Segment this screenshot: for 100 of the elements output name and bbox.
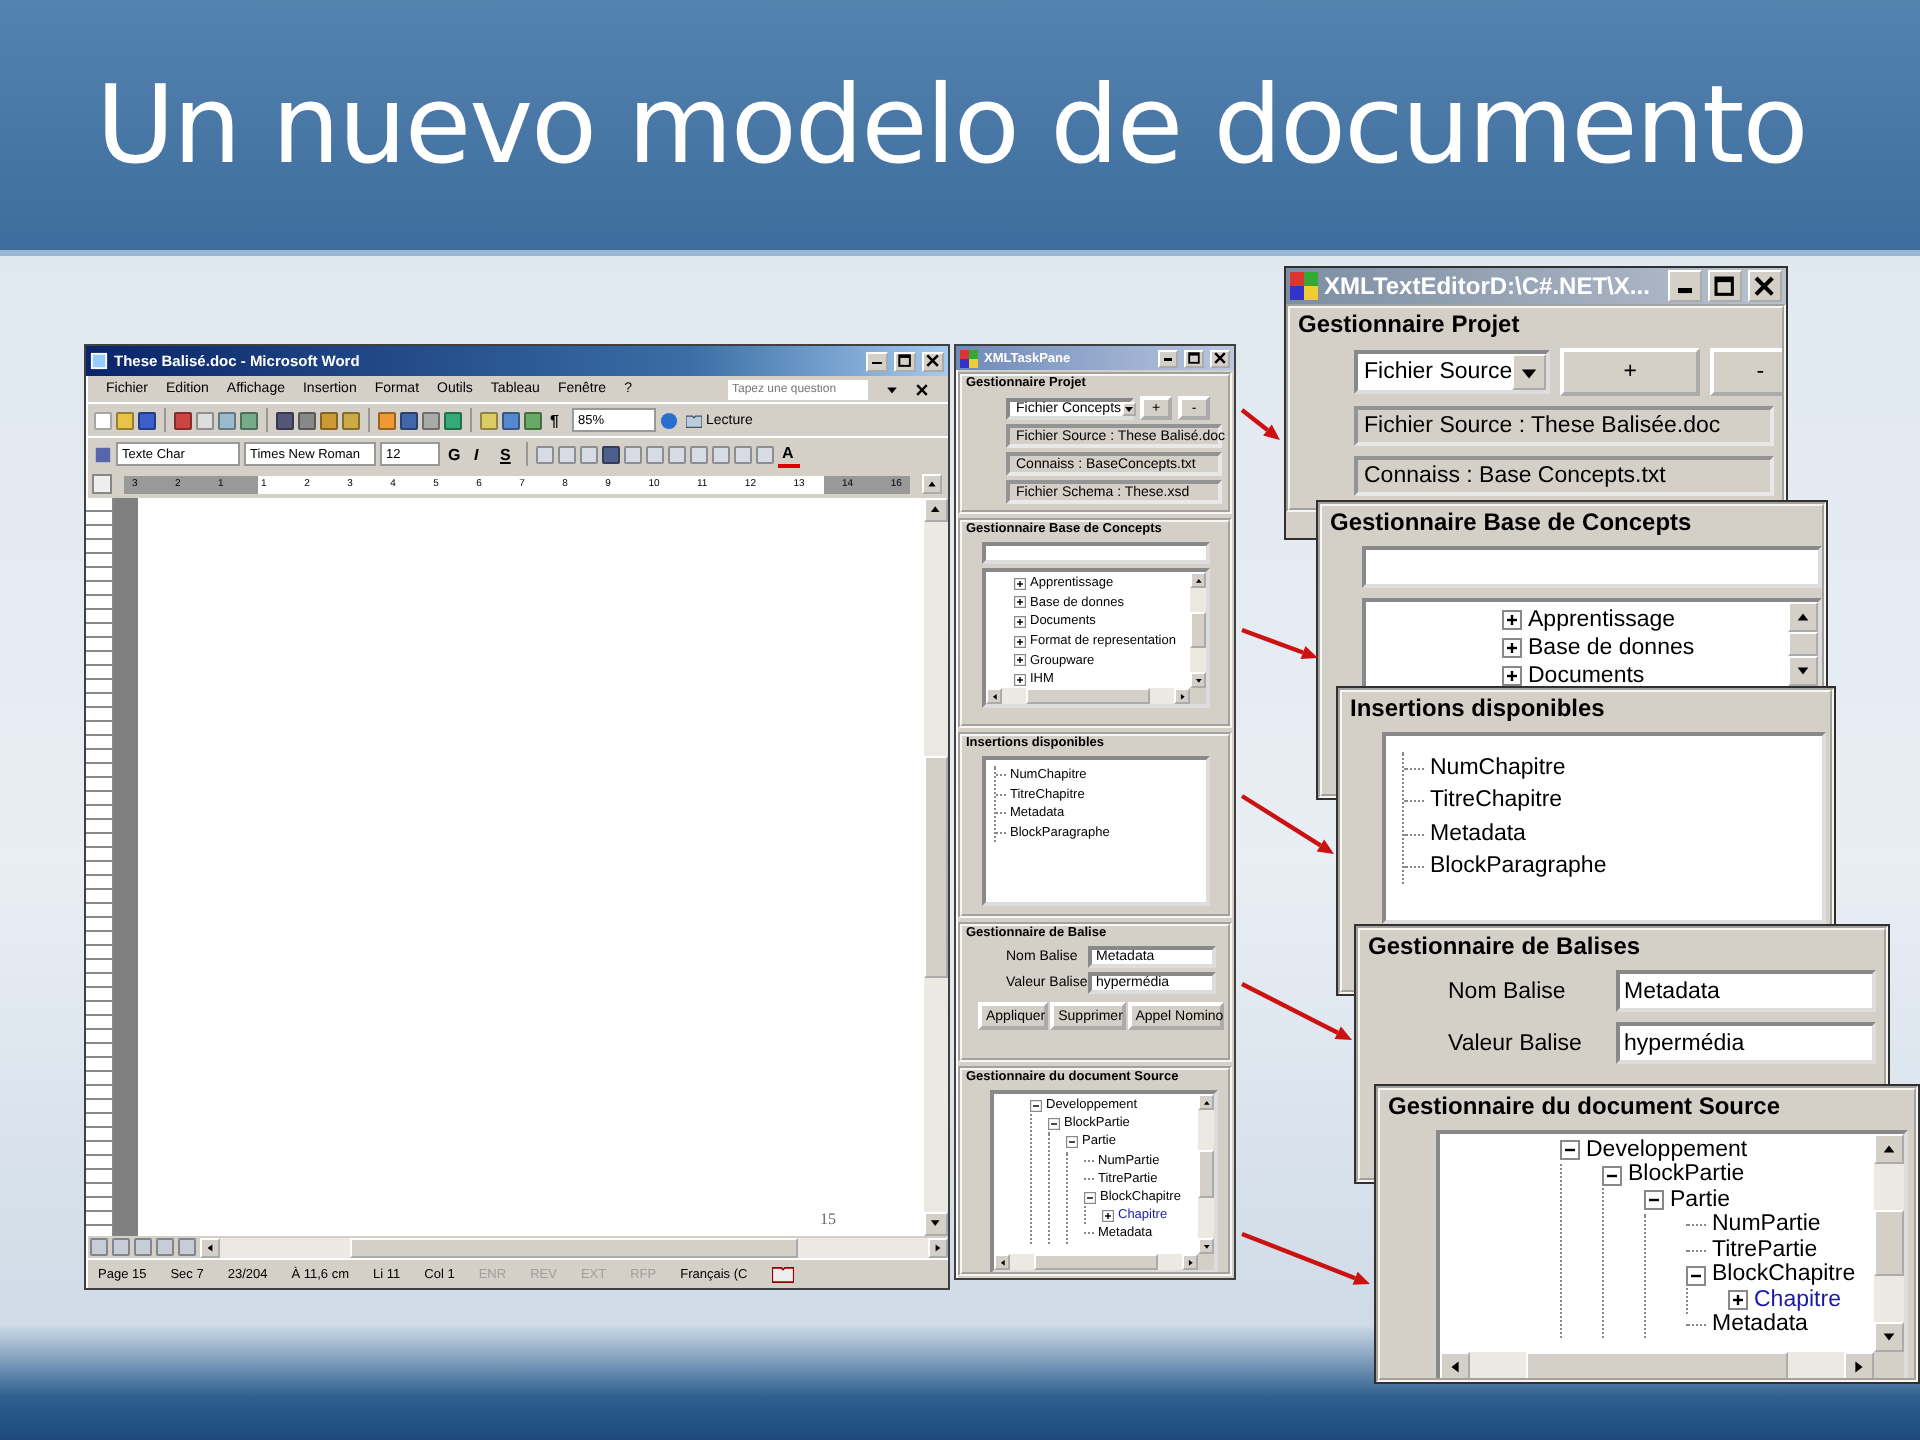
scroll-arrow-button[interactable] <box>986 688 1002 704</box>
close-button[interactable] <box>1210 349 1230 367</box>
format-button[interactable]: G <box>444 441 466 467</box>
vertical-scrollbar[interactable] <box>1190 572 1206 688</box>
scroll-thumb[interactable] <box>1874 1210 1904 1276</box>
scroll-thumb[interactable] <box>1788 632 1818 656</box>
scroll-arrow-button[interactable] <box>200 1237 220 1257</box>
expand-icon[interactable] <box>1014 577 1026 590</box>
concept-search-field[interactable] <box>982 542 1210 564</box>
collapse-icon[interactable] <box>1030 1099 1042 1112</box>
close-icon <box>926 354 940 368</box>
close-button[interactable] <box>1748 270 1782 302</box>
concept-search-field[interactable] <box>1362 546 1822 588</box>
scroll-arrow-button[interactable] <box>924 498 948 522</box>
scroll-thumb[interactable] <box>1526 1352 1788 1378</box>
format-button[interactable]: S <box>496 441 518 467</box>
scroll-arrow-button[interactable] <box>927 1237 948 1257</box>
expand-icon[interactable] <box>1014 673 1026 686</box>
scroll-arrow-button[interactable] <box>1874 1322 1904 1352</box>
minimize-button[interactable] <box>1158 349 1178 367</box>
tag-field[interactable]: hypermédia <box>1616 1022 1876 1064</box>
tab-selector[interactable] <box>92 474 112 494</box>
collapse-icon[interactable] <box>1084 1191 1096 1204</box>
scroll-arrow-button[interactable] <box>1198 1238 1214 1254</box>
add-button[interactable]: + <box>1560 348 1701 396</box>
remove-button[interactable]: - <box>1710 348 1782 396</box>
vertical-scrollbar[interactable] <box>1874 1134 1904 1352</box>
tree-item[interactable]: TitrePartie <box>1712 1237 1818 1264</box>
expand-icon[interactable] <box>1502 610 1522 630</box>
tree-item[interactable]: Partie <box>1670 1187 1731 1214</box>
list-item[interactable]: NumChapitre <box>1430 755 1566 782</box>
collapse-icon[interactable] <box>1602 1165 1622 1186</box>
scroll-thumb[interactable] <box>924 756 948 978</box>
tree-item[interactable]: BlockPartie <box>1628 1162 1745 1189</box>
collapse-icon[interactable] <box>1644 1190 1664 1211</box>
collapse-icon[interactable] <box>1686 1265 1706 1286</box>
scroll-arrow-button[interactable] <box>994 1254 1010 1270</box>
scroll-arrow-button[interactable] <box>1182 1254 1198 1270</box>
scroll-arrow-button[interactable] <box>922 474 942 494</box>
vertical-scrollbar[interactable] <box>924 498 948 1236</box>
scroll-arrow-button[interactable] <box>1874 1134 1904 1164</box>
tree-item[interactable]: Chapitre <box>1754 1287 1841 1314</box>
minimize-button[interactable] <box>1668 270 1702 302</box>
scroll-arrow-button[interactable] <box>924 1212 948 1236</box>
scroll-arrow-button[interactable] <box>1190 572 1206 588</box>
expand-icon[interactable] <box>1014 654 1026 667</box>
expand-icon[interactable] <box>1502 638 1522 658</box>
maximize-button[interactable] <box>1708 270 1742 302</box>
tree-item[interactable]: Metadata <box>1712 1312 1808 1339</box>
scroll-thumb[interactable] <box>1198 1150 1214 1198</box>
horizontal-scrollbar[interactable] <box>1440 1352 1874 1378</box>
tree-item[interactable]: Apprentissage <box>1528 607 1676 633</box>
expand-icon[interactable] <box>1728 1290 1748 1311</box>
scroll-arrow-button[interactable] <box>1440 1352 1470 1378</box>
expand-icon[interactable] <box>1014 596 1026 609</box>
list-item[interactable]: TitreChapitre <box>1430 788 1563 815</box>
file-info-label: Connaiss : Base Concepts.txt <box>1354 456 1774 496</box>
scroll-arrow-button[interactable] <box>1198 1094 1214 1110</box>
caret-icon <box>1123 403 1134 413</box>
scroll-arrow-button[interactable] <box>1788 602 1818 632</box>
collapse-icon[interactable] <box>1560 1140 1580 1161</box>
scroll-arrow-button[interactable] <box>1190 671 1206 688</box>
list-item[interactable]: Metadata <box>1430 821 1526 848</box>
expand-icon[interactable] <box>1502 666 1522 686</box>
scroll-arrow-button[interactable] <box>1788 656 1818 686</box>
scroll-thumb[interactable] <box>1034 1254 1158 1270</box>
collapse-icon[interactable] <box>1048 1117 1060 1130</box>
horizontal-scrollbar[interactable] <box>994 1254 1198 1270</box>
format-button[interactable]: I <box>470 441 492 467</box>
scroll-thumb[interactable] <box>349 1237 799 1257</box>
collapse-icon[interactable] <box>1066 1135 1078 1148</box>
formatting-marks-button[interactable]: ¶ <box>546 407 568 433</box>
file-info-label: Fichier Source : These Balisée.doc <box>1354 406 1774 446</box>
close-button[interactable] <box>922 351 944 371</box>
minimize-button[interactable] <box>866 351 888 371</box>
arrow-up-icon <box>1880 1140 1898 1158</box>
expand-icon[interactable] <box>1014 615 1026 628</box>
window-title: XMLTextEditorD:\C#.NET\X... <box>1324 272 1652 300</box>
scroll-thumb[interactable] <box>1026 688 1150 704</box>
tree-item[interactable]: Developpement <box>1586 1137 1748 1164</box>
tree-item[interactable]: Documents <box>1528 663 1645 686</box>
maximize-button[interactable] <box>894 351 916 371</box>
scroll-arrow-button[interactable] <box>1174 688 1190 704</box>
expand-icon[interactable] <box>1014 635 1026 648</box>
horizontal-scrollbar[interactable] <box>200 1237 948 1257</box>
file-type-dropdown[interactable]: Fichier Source <box>1354 350 1551 394</box>
tree-item[interactable]: NumPartie <box>1712 1212 1821 1239</box>
expand-icon[interactable] <box>1102 1209 1114 1222</box>
horizontal-scrollbar[interactable] <box>986 688 1190 704</box>
tree-item[interactable]: Base de donnes <box>1528 635 1695 661</box>
list-item[interactable]: BlockParagraphe <box>1430 854 1607 881</box>
vertical-scrollbar[interactable] <box>1788 602 1818 686</box>
scroll-thumb[interactable] <box>1190 612 1206 648</box>
vertical-scrollbar[interactable] <box>1198 1094 1214 1254</box>
tag-field[interactable]: Metadata <box>1616 970 1876 1012</box>
scroll-arrow-button[interactable] <box>1844 1352 1874 1378</box>
tree-item[interactable]: BlockChapitre <box>1712 1262 1856 1289</box>
arrow-left-icon <box>989 691 999 701</box>
maximize-button[interactable] <box>1184 349 1204 367</box>
font-color-button[interactable]: A <box>778 441 800 467</box>
